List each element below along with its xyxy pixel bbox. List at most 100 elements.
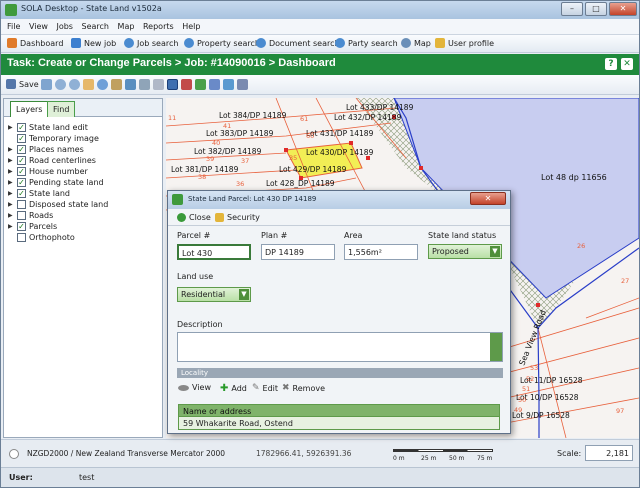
state-land-status-select[interactable]: Proposed ▼ [428,244,502,259]
expand-icon[interactable]: ▶ [8,201,14,208]
maximize-button[interactable]: □ [585,2,607,16]
layers-icon[interactable] [223,79,234,90]
property-search-button[interactable]: Property search [184,38,260,48]
select-icon[interactable] [153,79,164,90]
checkbox[interactable]: ✓ [17,145,26,154]
task-header: Task: Create or Change Parcels > Job: #1… [1,54,639,75]
user-icon [435,38,445,48]
scale-input[interactable]: 2,181 [585,445,633,461]
menu-file[interactable]: File [7,22,20,31]
pan-icon[interactable] [83,79,94,90]
home-icon [7,38,17,48]
close-task-button[interactable]: ✕ [621,58,633,70]
layer-item[interactable]: ▶ ✓ House number [8,167,88,176]
crs-label: NZGD2000 / New Zealand Transverse Mercat… [27,449,226,458]
expand-icon[interactable]: ▶ [8,223,14,230]
layer-item[interactable]: ▶ ✓ Pending state land [8,178,104,187]
checkbox[interactable]: ✓ [17,123,26,132]
expand-icon[interactable]: ▶ [8,124,14,131]
add-button[interactable]: ✚ Add [220,383,247,394]
layer-item[interactable]: ✓ Temporary image [8,134,99,143]
remove-button[interactable]: ✖ Remove [282,383,325,393]
status-label: State land status [428,231,497,240]
checkbox[interactable]: ✓ [17,178,26,187]
landuse-label: Land use [177,272,214,281]
checkbox[interactable]: ✓ [17,189,26,198]
zoom-extent-icon[interactable] [41,79,52,90]
menu-jobs[interactable]: Jobs [56,22,73,31]
plan-input[interactable]: DP 14189 [261,244,335,260]
split-icon[interactable] [209,79,220,90]
expand-icon[interactable]: ▶ [8,168,14,175]
layer-item[interactable]: ▶ ✓ State land [8,189,70,198]
checkbox[interactable]: ✓ [17,156,26,165]
menu-map[interactable]: Map [118,22,135,31]
dialog-close-x-button[interactable]: ✕ [470,192,506,205]
checkbox[interactable]: ✓ [17,222,26,231]
close-button[interactable]: Close [177,213,211,222]
close-window-button[interactable]: ✕ [609,2,637,16]
menu-view[interactable]: View [29,22,48,31]
layer-item[interactable]: Orthophoto [8,233,75,242]
task-title: Task: Create or Change Parcels > Job: #1… [7,57,336,69]
snap-icon[interactable] [139,79,150,90]
menu-reports[interactable]: Reports [143,22,174,31]
textarea-scrollbar[interactable] [490,333,502,361]
party-search-button[interactable]: Party search [335,38,398,48]
help-button[interactable]: ? [605,58,617,70]
checkbox[interactable] [17,211,26,220]
layer-item[interactable]: ▶ ✓ Road centerlines [8,156,96,165]
new-parcel-icon[interactable] [181,79,192,90]
layer-item[interactable]: ▶ Disposed state land [8,200,108,209]
edit-button[interactable]: ✎ Edit [252,383,278,393]
map-button[interactable]: Map [401,38,431,48]
expand-icon[interactable]: ▶ [8,179,14,186]
lot-number: 27 [621,277,629,285]
checkbox[interactable]: ✓ [17,167,26,176]
image-icon[interactable] [237,79,248,90]
menu-help[interactable]: Help [182,22,200,31]
checkbox[interactable] [17,233,26,242]
checkbox[interactable]: ✓ [17,134,26,143]
menu-search[interactable]: Search [82,22,109,31]
edit-icon[interactable] [167,79,178,90]
table-row[interactable]: 59 Whakarite Road, Ostend [178,417,500,430]
area-input[interactable]: 1,556m² [344,244,418,260]
main-toolbar: Dashboard New job Job search Property se… [1,35,639,53]
info-icon[interactable] [97,79,108,90]
parcel-input[interactable]: Lot 430 [177,244,251,260]
document-search-button[interactable]: Document search [256,38,340,48]
expand-icon[interactable]: ▶ [8,157,14,164]
layer-item[interactable]: ▶ ✓ Places names [8,145,84,154]
area-label: Area [344,231,363,240]
scale-tick: 25 m [421,455,437,462]
dashboard-button[interactable]: Dashboard [7,38,63,48]
save-button[interactable]: Save [6,79,39,89]
lot-number: 51 [522,385,530,393]
landuse-select[interactable]: Residential ▼ [177,287,251,302]
lot-number: 61 [300,115,308,123]
security-button[interactable]: Security [215,213,260,222]
minimize-button[interactable]: – [561,2,583,16]
user-profile-button[interactable]: User profile [435,38,494,48]
description-textarea[interactable] [177,332,503,362]
expand-icon[interactable]: ▶ [8,190,14,197]
layer-item[interactable]: ▶ Roads [8,211,53,220]
tab-find[interactable]: Find [47,101,76,117]
view-button[interactable]: View [178,383,211,392]
measure-icon[interactable] [111,79,122,90]
merge-icon[interactable] [195,79,206,90]
zoom-in-icon[interactable] [55,79,66,90]
print-icon[interactable] [125,79,136,90]
expand-icon[interactable]: ▶ [8,212,14,219]
map-label: Lot 430/DP 14189 [306,148,374,157]
checkbox[interactable] [17,200,26,209]
job-search-button[interactable]: Job search [124,38,178,48]
layer-item[interactable]: ▶ ✓ State land edit [8,123,88,132]
zoom-out-icon[interactable] [69,79,80,90]
expand-icon[interactable]: ▶ [8,146,14,153]
layer-item[interactable]: ▶ ✓ Parcels [8,222,57,231]
new-job-button[interactable]: New job [71,38,116,48]
tab-layers[interactable]: Layers [10,101,49,117]
lot-number: 38 [198,173,206,181]
